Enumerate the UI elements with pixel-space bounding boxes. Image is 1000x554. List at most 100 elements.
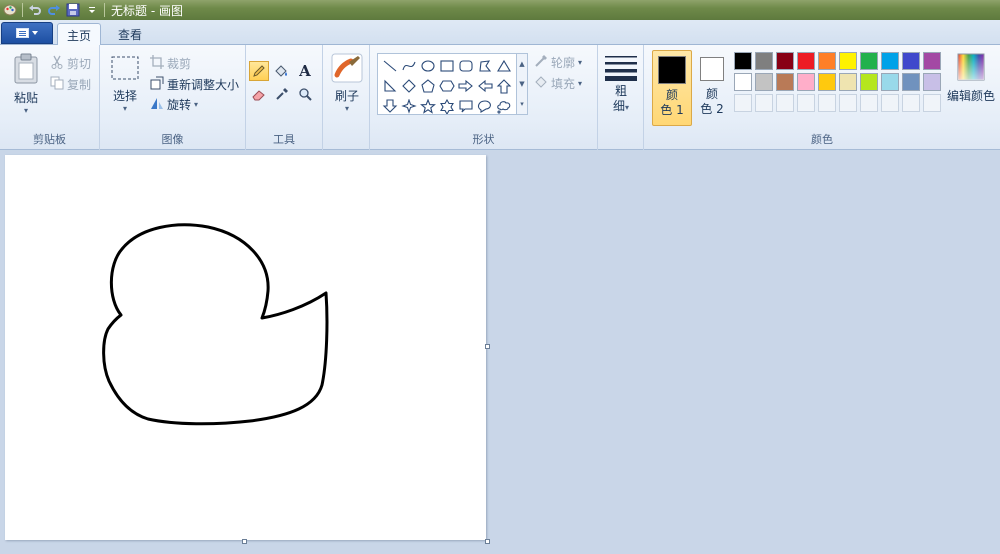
color-2-button[interactable]: 颜 色 2	[692, 50, 732, 126]
six-point-star-shape-icon[interactable]	[437, 96, 456, 116]
paste-button[interactable]: 粘贴 ▾	[8, 53, 44, 115]
down-arrow-shape-icon[interactable]	[380, 96, 399, 116]
palette-swatch[interactable]	[881, 73, 899, 91]
copy-button[interactable]: 复制	[50, 76, 91, 93]
save-icon[interactable]	[66, 3, 80, 17]
rect-callout-shape-icon[interactable]	[456, 96, 475, 116]
custom-color-slot[interactable]	[881, 94, 899, 112]
custom-color-slot[interactable]	[755, 94, 773, 112]
size-button[interactable]: 粗 细▾	[603, 53, 639, 115]
image-group: 选择 ▾ 裁剪 重新调整大小 旋转 ▾ 图像	[100, 45, 246, 150]
palette-swatch[interactable]	[797, 52, 815, 70]
brushes-button[interactable]: 刷子 ▾	[329, 53, 365, 113]
oval-shape-icon[interactable]	[418, 56, 437, 76]
triangle-shape-icon[interactable]	[494, 56, 513, 76]
paint-menu-button[interactable]	[1, 22, 53, 44]
chevron-down-icon: ▾	[344, 104, 349, 113]
polygon-shape-icon[interactable]	[475, 56, 494, 76]
palette-swatch[interactable]	[776, 52, 794, 70]
custom-color-slot[interactable]	[818, 94, 836, 112]
resize-button[interactable]: 重新调整大小	[150, 76, 239, 93]
colors-group: 颜 色 1 颜 色 2 编辑颜色 颜色	[644, 45, 1000, 150]
quick-access-toolbar	[0, 0, 105, 20]
palette-swatch[interactable]	[734, 52, 752, 70]
rectangle-shape-icon[interactable]	[437, 56, 456, 76]
undo-icon[interactable]	[28, 3, 42, 17]
tab-home[interactable]: 主页	[57, 23, 101, 46]
pentagon-shape-icon[interactable]	[418, 76, 437, 96]
up-arrow-shape-icon[interactable]	[494, 76, 513, 96]
palette-swatch[interactable]	[839, 52, 857, 70]
paint-app-icon[interactable]	[3, 3, 17, 17]
custom-color-slot[interactable]	[734, 94, 752, 112]
color-1-swatch	[658, 56, 686, 84]
palette-swatch[interactable]	[902, 52, 920, 70]
curve-shape-icon[interactable]	[399, 56, 418, 76]
palette-swatch[interactable]	[860, 73, 878, 91]
custom-color-slot[interactable]	[902, 94, 920, 112]
palette-swatch[interactable]	[923, 73, 941, 91]
palette-swatch[interactable]	[818, 52, 836, 70]
rounded-rectangle-shape-icon[interactable]	[456, 56, 475, 76]
palette-swatch[interactable]	[923, 52, 941, 70]
custom-color-slot[interactable]	[776, 94, 794, 112]
crop-button[interactable]: 裁剪	[150, 55, 191, 72]
palette-swatch[interactable]	[776, 73, 794, 91]
resize-handle-right[interactable]	[485, 344, 490, 349]
palette-swatch[interactable]	[860, 52, 878, 70]
pencil-icon[interactable]	[249, 61, 269, 81]
fill-shape-button[interactable]: 填充 ▾	[534, 75, 582, 92]
shapes-gallery-scroll[interactable]: ▲ ▼ ▾	[517, 53, 528, 115]
oval-callout-shape-icon[interactable]	[475, 96, 494, 116]
tools-group: A 工具	[246, 45, 323, 150]
palette-swatch[interactable]	[755, 73, 773, 91]
resize-handle-bottom[interactable]	[242, 539, 247, 544]
left-arrow-shape-icon[interactable]	[475, 76, 494, 96]
eraser-icon[interactable]	[249, 84, 269, 104]
palette-swatch[interactable]	[839, 73, 857, 91]
expand-gallery-icon[interactable]: ▾	[520, 100, 524, 108]
five-point-star-shape-icon[interactable]	[418, 96, 437, 116]
custom-color-slot[interactable]	[839, 94, 857, 112]
custom-color-slot[interactable]	[797, 94, 815, 112]
text-icon[interactable]: A	[295, 61, 315, 81]
chevron-up-icon[interactable]: ▲	[519, 60, 524, 68]
edit-colors-button[interactable]: 编辑颜色	[946, 53, 996, 104]
magnifier-icon[interactable]	[295, 84, 315, 104]
cut-button[interactable]: 剪切	[50, 55, 91, 72]
rainbow-palette-icon	[957, 53, 985, 81]
cloud-callout-shape-icon[interactable]	[494, 96, 513, 116]
drawing-canvas[interactable]	[5, 155, 486, 540]
palette-swatch[interactable]	[881, 52, 899, 70]
fill-icon[interactable]	[272, 61, 292, 81]
palette-swatch[interactable]	[797, 73, 815, 91]
palette-swatch[interactable]	[734, 73, 752, 91]
hexagon-shape-icon[interactable]	[437, 76, 456, 96]
tab-view[interactable]: 查看	[108, 23, 152, 45]
qat-separator	[22, 3, 23, 17]
outline-button[interactable]: 轮廓 ▾	[534, 54, 582, 71]
line-shape-icon[interactable]	[380, 56, 399, 76]
custom-color-slot[interactable]	[860, 94, 878, 112]
color-picker-icon[interactable]	[272, 84, 292, 104]
right-arrow-shape-icon[interactable]	[456, 76, 475, 96]
rotate-button[interactable]: 旋转 ▾	[150, 96, 198, 113]
size-group: 粗 细▾	[598, 45, 644, 150]
custom-color-slot[interactable]	[923, 94, 941, 112]
palette-swatch[interactable]	[755, 52, 773, 70]
color-1-button[interactable]: 颜 色 1	[652, 50, 692, 126]
four-point-star-shape-icon[interactable]	[399, 96, 418, 116]
diamond-shape-icon[interactable]	[399, 76, 418, 96]
right-triangle-shape-icon[interactable]	[380, 76, 399, 96]
resize-icon	[150, 76, 164, 93]
select-button[interactable]: 选择 ▾	[108, 55, 142, 113]
title-bar: 无标题 - 画图	[0, 0, 1000, 20]
palette-swatch[interactable]	[818, 73, 836, 91]
qat-customize-icon[interactable]	[85, 3, 99, 17]
shapes-grid	[380, 56, 513, 116]
palette-swatch[interactable]	[902, 73, 920, 91]
chevron-down-icon[interactable]: ▼	[519, 80, 524, 88]
resize-handle-corner[interactable]	[485, 539, 490, 544]
redo-icon[interactable]	[47, 3, 61, 17]
colors-group-label: 颜色	[811, 133, 833, 146]
